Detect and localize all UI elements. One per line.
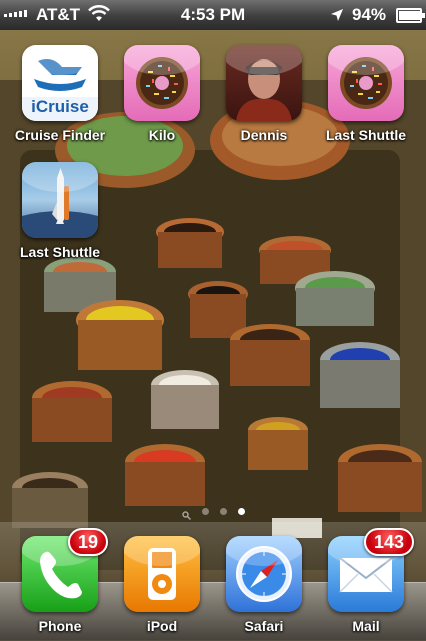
spotlight-search-icon xyxy=(181,507,191,521)
battery-icon xyxy=(396,8,425,23)
notification-badge: 143 xyxy=(364,528,415,556)
app-label: Last Shuttle xyxy=(19,244,101,260)
status-bar: AT&T 4:53 PM 94% xyxy=(0,0,426,30)
ipod-icon xyxy=(124,536,200,612)
app-last-shuttle-1[interactable]: Last Shuttle xyxy=(316,45,416,143)
donut-icon xyxy=(124,45,200,121)
dock-app-phone[interactable]: 19 Phone xyxy=(10,528,110,634)
donut-icon xyxy=(328,45,404,121)
icruise-icon: iCruise xyxy=(22,45,98,121)
page-indicator[interactable] xyxy=(0,507,426,521)
location-arrow-icon xyxy=(330,7,344,27)
icruise-icon-text: iCruise xyxy=(31,97,89,116)
space-shuttle-icon xyxy=(22,162,98,238)
app-dennis[interactable]: Dennis xyxy=(214,45,314,143)
dock-app-mail[interactable]: 143 Mail xyxy=(316,528,416,634)
app-kilo[interactable]: Kilo xyxy=(112,45,212,143)
safari-compass-icon xyxy=(226,536,302,612)
app-label: Phone xyxy=(38,618,82,634)
page-dot-active xyxy=(237,508,245,515)
app-cruise-finder[interactable]: iCruise Cruise Finder xyxy=(10,45,110,143)
app-label: Kilo xyxy=(148,127,176,143)
notification-badge: 19 xyxy=(68,528,109,556)
app-label: Mail xyxy=(352,618,380,634)
page-dot xyxy=(219,508,227,515)
app-label: iPod xyxy=(146,618,178,634)
dock-app-safari[interactable]: Safari xyxy=(214,536,314,634)
app-label: Cruise Finder xyxy=(14,127,106,143)
battery-percent: 94% xyxy=(352,5,387,24)
portrait-icon xyxy=(226,45,302,121)
dock-app-ipod[interactable]: iPod xyxy=(112,536,212,634)
app-last-shuttle-2[interactable]: Last Shuttle xyxy=(10,162,110,260)
app-label: Dennis xyxy=(240,127,288,143)
page-dot xyxy=(201,508,209,515)
app-label: Safari xyxy=(244,618,284,634)
app-label: Last Shuttle xyxy=(325,127,407,143)
